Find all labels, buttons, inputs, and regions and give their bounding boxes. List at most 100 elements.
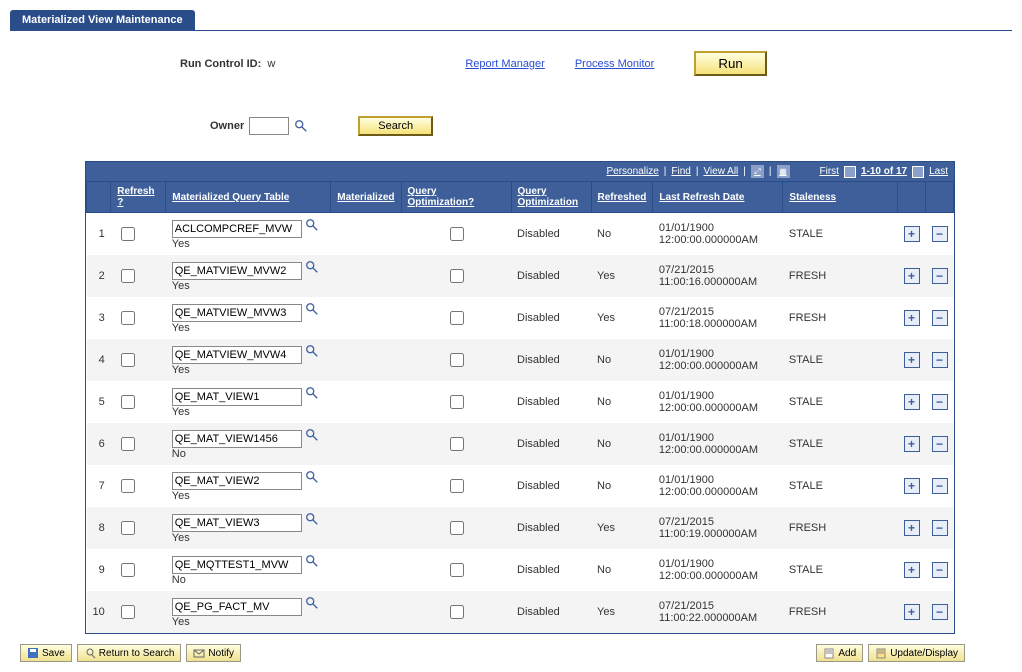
mqt-input[interactable] — [172, 262, 302, 280]
materialized-value: Yes — [172, 364, 190, 376]
report-manager-link[interactable]: Report Manager — [465, 58, 545, 70]
mqt-lookup-icon[interactable] — [305, 512, 319, 526]
qopt-checkbox[interactable] — [450, 521, 464, 535]
col-refresh[interactable]: Refresh ? — [111, 182, 166, 213]
qopt-value: Disabled — [511, 255, 591, 297]
mqt-input[interactable] — [172, 304, 302, 322]
delete-row-button[interactable]: − — [932, 226, 948, 242]
qopt-checkbox[interactable] — [450, 311, 464, 325]
add-button[interactable]: Add — [816, 644, 863, 662]
page-tab[interactable]: Materialized View Maintenance — [10, 10, 195, 30]
mqt-input[interactable] — [172, 388, 302, 406]
refresh-checkbox[interactable] — [121, 479, 135, 493]
mqt-input[interactable] — [172, 430, 302, 448]
add-row-button[interactable]: + — [904, 436, 920, 452]
col-materialized[interactable]: Materialized — [331, 182, 401, 213]
update-label: Update/Display — [890, 648, 958, 659]
delete-row-button[interactable]: − — [932, 478, 948, 494]
last-refresh-date: 01/01/190012:00:00.000000AM — [653, 423, 783, 465]
qopt-checkbox[interactable] — [450, 395, 464, 409]
mqt-lookup-icon[interactable] — [305, 428, 319, 442]
update-button[interactable]: Update/Display — [868, 644, 965, 662]
refresh-checkbox[interactable] — [121, 311, 135, 325]
delete-row-button[interactable]: − — [932, 562, 948, 578]
qopt-checkbox[interactable] — [450, 353, 464, 367]
delete-row-button[interactable]: − — [932, 436, 948, 452]
mqt-lookup-icon[interactable] — [305, 260, 319, 274]
mqt-lookup-icon[interactable] — [305, 344, 319, 358]
first-link[interactable]: First — [820, 166, 839, 177]
col-qoptval[interactable]: Query Optimization — [511, 182, 591, 213]
view-all-link[interactable]: View All — [703, 166, 738, 177]
mqt-input[interactable] — [172, 346, 302, 364]
col-qopt[interactable]: Query Optimization? — [401, 182, 511, 213]
mqt-input[interactable] — [172, 598, 302, 616]
find-link[interactable]: Find — [671, 166, 690, 177]
refresh-checkbox[interactable] — [121, 437, 135, 451]
mqt-input[interactable] — [172, 556, 302, 574]
delete-row-button[interactable]: − — [932, 310, 948, 326]
add-row-button[interactable]: + — [904, 352, 920, 368]
save-button[interactable]: Save — [20, 644, 72, 662]
mqt-input[interactable] — [172, 472, 302, 490]
add-row-button[interactable]: + — [904, 604, 920, 620]
qopt-value: Disabled — [511, 213, 591, 256]
refresh-checkbox[interactable] — [121, 353, 135, 367]
refresh-checkbox[interactable] — [121, 269, 135, 283]
add-row-button[interactable]: + — [904, 310, 920, 326]
refreshed-value: No — [591, 339, 653, 381]
personalize-link[interactable]: Personalize — [607, 166, 659, 177]
qopt-checkbox[interactable] — [450, 479, 464, 493]
mqt-lookup-icon[interactable] — [305, 302, 319, 316]
qopt-checkbox[interactable] — [450, 269, 464, 283]
prev-icon[interactable] — [844, 166, 856, 178]
refresh-checkbox[interactable] — [121, 563, 135, 577]
refreshed-value: Yes — [591, 507, 653, 549]
owner-input[interactable] — [249, 117, 289, 135]
refresh-checkbox[interactable] — [121, 395, 135, 409]
owner-lookup-icon[interactable] — [294, 119, 308, 133]
qopt-checkbox[interactable] — [450, 437, 464, 451]
mqt-lookup-icon[interactable] — [305, 554, 319, 568]
return-button[interactable]: Return to Search — [77, 644, 182, 662]
mqt-input[interactable] — [172, 220, 302, 238]
last-refresh-date: 01/01/190012:00:00.000000AM — [653, 465, 783, 507]
mqt-lookup-icon[interactable] — [305, 386, 319, 400]
download-icon[interactable]: ▦ — [777, 165, 790, 178]
delete-row-button[interactable]: − — [932, 394, 948, 410]
col-staleness[interactable]: Staleness — [783, 182, 898, 213]
refresh-checkbox[interactable] — [121, 521, 135, 535]
refresh-checkbox[interactable] — [121, 605, 135, 619]
mqt-lookup-icon[interactable] — [305, 470, 319, 484]
row-number: 9 — [87, 549, 111, 591]
col-mqt[interactable]: Materialized Query Table — [166, 182, 331, 213]
run-control-value: w — [267, 58, 275, 70]
add-row-button[interactable]: + — [904, 268, 920, 284]
last-refresh-date: 01/01/190012:00:00.000000AM — [653, 339, 783, 381]
col-lastdate[interactable]: Last Refresh Date — [653, 182, 783, 213]
add-row-button[interactable]: + — [904, 562, 920, 578]
refresh-checkbox[interactable] — [121, 227, 135, 241]
delete-row-button[interactable]: − — [932, 352, 948, 368]
delete-row-button[interactable]: − — [932, 520, 948, 536]
qopt-checkbox[interactable] — [450, 563, 464, 577]
last-link[interactable]: Last — [929, 166, 948, 177]
qopt-checkbox[interactable] — [450, 227, 464, 241]
add-row-button[interactable]: + — [904, 394, 920, 410]
next-icon[interactable] — [912, 166, 924, 178]
mqt-input[interactable] — [172, 514, 302, 532]
search-button[interactable]: Search — [358, 116, 433, 136]
mqt-lookup-icon[interactable] — [305, 218, 319, 232]
process-monitor-link[interactable]: Process Monitor — [575, 58, 654, 70]
add-row-button[interactable]: + — [904, 226, 920, 242]
add-row-button[interactable]: + — [904, 520, 920, 536]
zoom-icon[interactable]: ⤢ — [751, 165, 764, 178]
add-row-button[interactable]: + — [904, 478, 920, 494]
notify-button[interactable]: Notify — [186, 644, 241, 662]
col-refreshed[interactable]: Refreshed — [591, 182, 653, 213]
run-button[interactable]: Run — [694, 51, 766, 76]
mqt-lookup-icon[interactable] — [305, 596, 319, 610]
delete-row-button[interactable]: − — [932, 604, 948, 620]
delete-row-button[interactable]: − — [932, 268, 948, 284]
qopt-checkbox[interactable] — [450, 605, 464, 619]
